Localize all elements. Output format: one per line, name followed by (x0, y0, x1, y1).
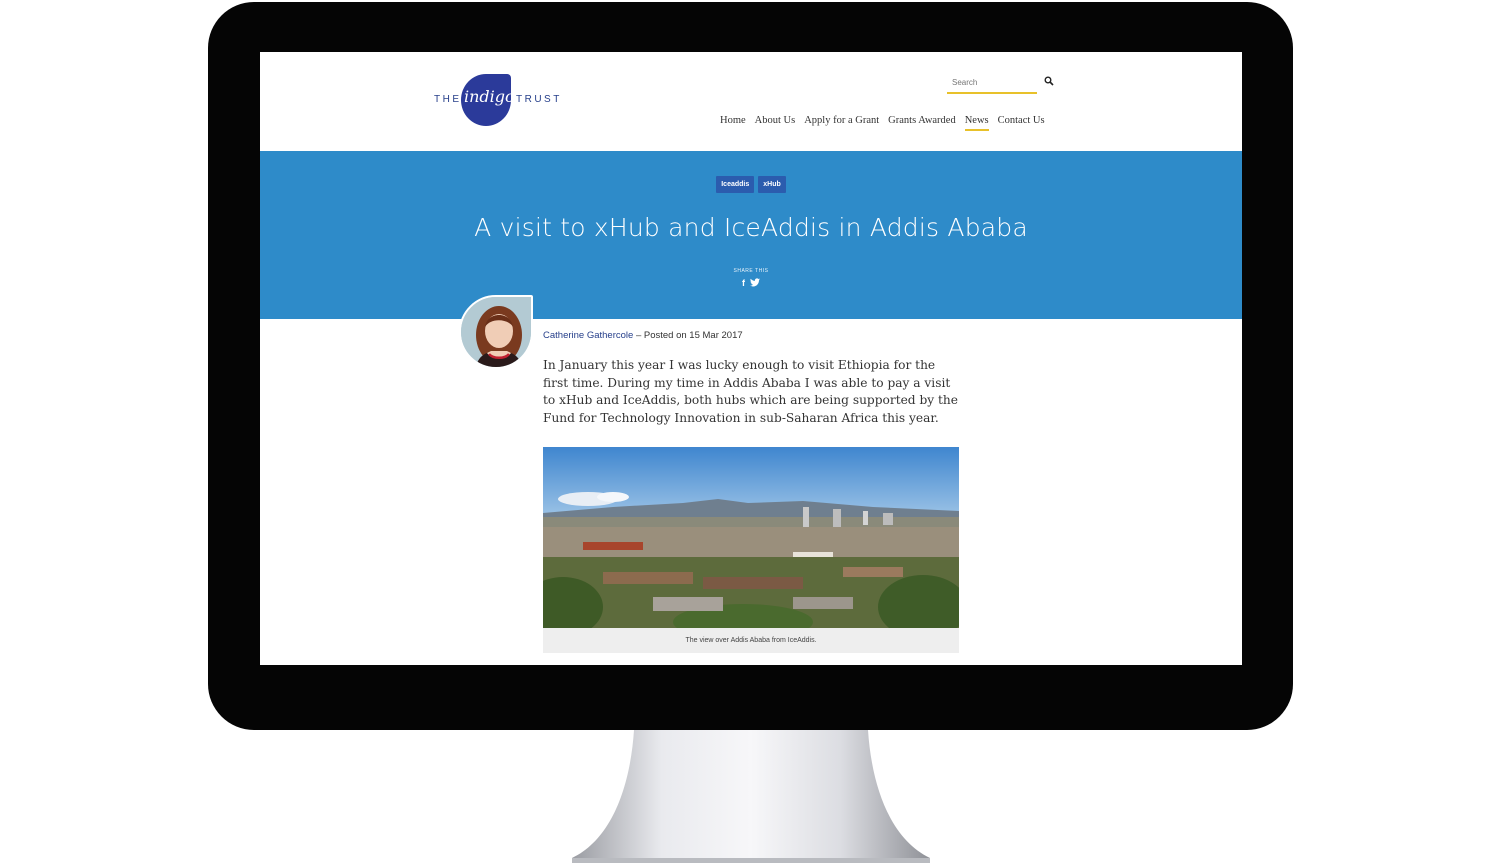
tag-xhub[interactable]: xHub (758, 176, 786, 193)
search-icon[interactable] (1044, 76, 1054, 86)
image-caption: The view over Addis Ababa from IceAddis. (543, 628, 959, 653)
facebook-icon[interactable]: f (742, 278, 745, 288)
post-title: A visit to xHub and IceAddis in Addis Ab… (474, 213, 1028, 242)
article-intro: In January this year I was lucky enough … (543, 358, 958, 425)
indigo-trust-logo[interactable]: THE indigo TRUST (432, 72, 559, 128)
tag-list: Iceaddis xHub (260, 176, 1242, 193)
logo-trust: TRUST (516, 94, 562, 105)
logo-the: THE (434, 94, 462, 105)
addis-ababa-photo (543, 447, 959, 628)
post-hero-banner: Iceaddis xHub A visit to xHub and IceAdd… (260, 151, 1242, 319)
nav-news[interactable]: News (964, 115, 989, 131)
twitter-icon[interactable] (750, 278, 760, 287)
browser-screen: THE indigo TRUST Home About Us Apply for… (260, 52, 1242, 665)
nav-apply-for-a-grant[interactable]: Apply for a Grant (804, 115, 879, 131)
author-avatar (459, 295, 533, 369)
nav-contact-us[interactable]: Contact Us (998, 115, 1045, 131)
search-box (947, 72, 1037, 94)
post-byline: Catherine Gathercole – Posted on 15 Mar … (543, 330, 743, 341)
search-input[interactable] (947, 74, 1037, 91)
share-icons: f (260, 278, 1242, 288)
main-nav: Home About Us Apply for a Grant Grants A… (720, 115, 1045, 131)
monitor-stand (572, 730, 930, 863)
posted-date: – Posted on 15 Mar 2017 (633, 330, 743, 341)
tag-iceaddis[interactable]: Iceaddis (716, 176, 755, 193)
nav-grants-awarded[interactable]: Grants Awarded (888, 115, 956, 131)
share-label: SHARE THIS (733, 268, 769, 274)
logo-indigo: indigo (464, 87, 515, 106)
author-link[interactable]: Catherine Gathercole (543, 330, 633, 341)
nav-about-us[interactable]: About Us (755, 115, 796, 131)
nav-home[interactable]: Home (720, 115, 746, 131)
